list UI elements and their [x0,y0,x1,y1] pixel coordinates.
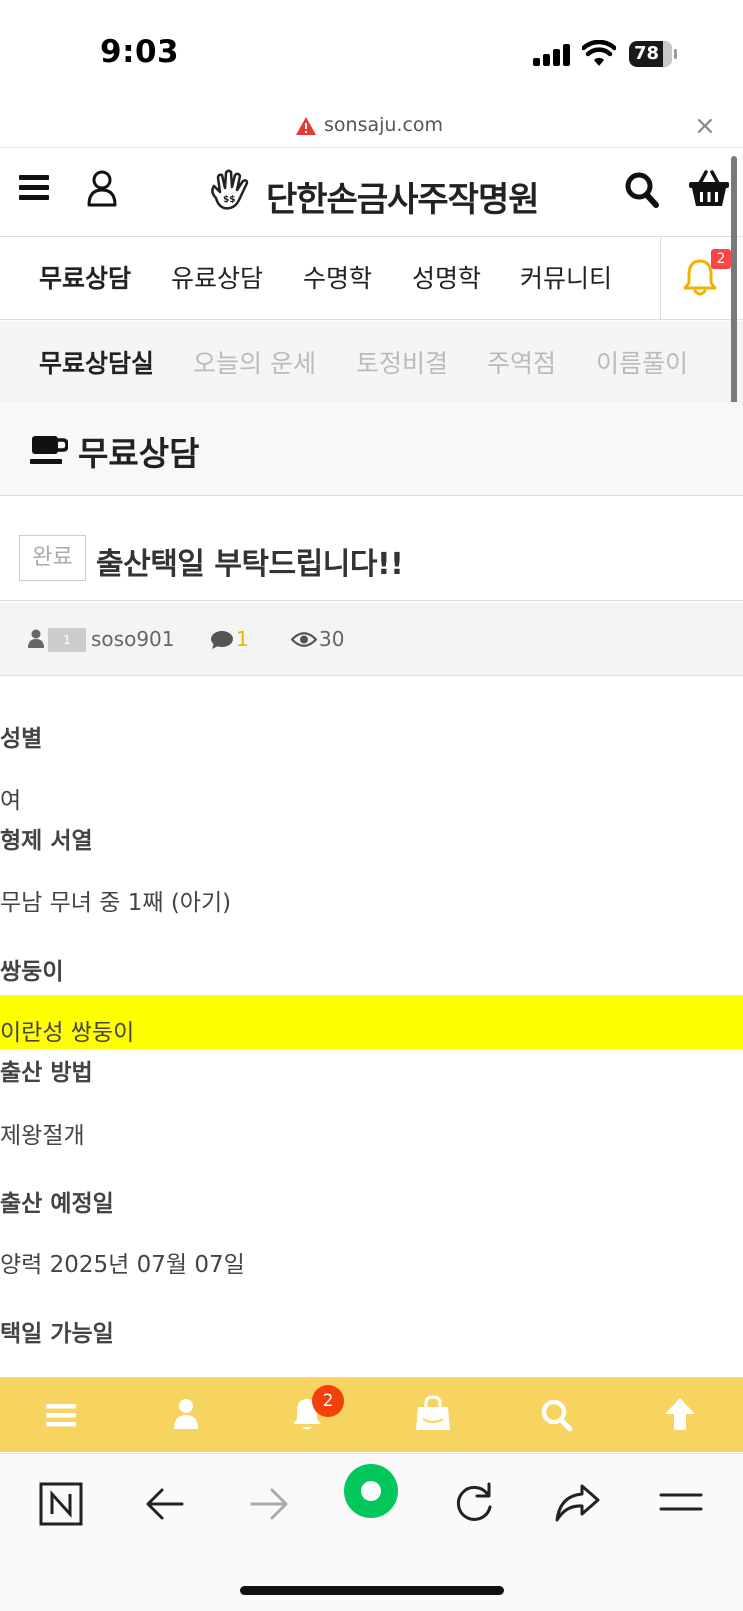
scrollbar[interactable] [731,156,737,430]
field-label-gender: 성별 [0,726,43,752]
nav-item-paid-consult[interactable]: 유료상담 [171,259,263,295]
nav-item-free-consult[interactable]: 무료상담 [39,259,131,295]
more-menu-icon[interactable] [658,1488,704,1516]
subnav-item-today-fortune[interactable]: 오늘의 운세 [193,344,316,380]
page-title-bar: 무료상담 [0,402,743,496]
field-label-available-dates: 택일 가능일 [0,1321,114,1347]
main-nav: 무료상담 유료상담 수명학 성명학 커뮤니티 2 [0,236,743,320]
signal-icon [533,44,571,66]
eye-icon [291,632,317,647]
status-time: 9:03 [100,34,180,70]
nav-item-community[interactable]: 커뮤니티 [520,259,612,295]
bottom-search-icon[interactable] [539,1377,575,1452]
field-value-due-date: 양력 2025년 07월 07일 [0,1252,245,1278]
comment-count: 1 [236,627,249,651]
field-label-delivery-method: 출산 방법 [0,1060,93,1086]
field-value-twins: 이란성 쌍둥이 [0,1020,135,1046]
page-title: 무료상담 [78,434,200,473]
post-meta: 1 soso901 1 30 [0,602,743,676]
comment-icon [211,631,233,649]
status-badge: 완료 [19,535,86,581]
author-name[interactable]: soso901 [91,627,175,651]
post-title-row: 완료 출산택일 부탁드립니다!! [0,497,743,601]
battery-icon: 78 [629,41,677,67]
wifi-icon [582,40,616,66]
author-icon [28,629,44,648]
url-bar[interactable]: sonsaju.com × [0,108,743,148]
nav-item-naming[interactable]: 성명학 [412,259,481,295]
battery-level: 78 [633,43,660,64]
subnav-item-iching[interactable]: 주역점 [487,344,556,380]
field-label-due-date: 출산 예정일 [0,1191,114,1217]
close-icon[interactable]: × [694,111,716,141]
naver-green-dot-icon[interactable] [343,1463,399,1519]
status-bar: 9:03 78 [0,0,743,108]
home-indicator[interactable] [240,1586,504,1595]
menu-icon[interactable] [19,175,49,201]
site-bottom-bar [0,1377,743,1452]
bottom-menu-icon[interactable] [44,1377,78,1452]
view-count: 30 [319,627,345,651]
field-value-delivery-method: 제왕절개 [0,1123,85,1149]
coffee-cup-icon [30,436,68,464]
site-logo[interactable]: $$ 단한손금사주작명원 [206,164,546,220]
scroll-top-arrow-icon[interactable] [663,1377,697,1452]
level-badge: 1 [48,628,86,652]
url-domain: sonsaju.com [324,114,444,136]
field-label-twins: 쌍둥이 [0,959,64,985]
subnav-item-free-room[interactable]: 무료상담실 [39,344,154,380]
forward-arrow-icon[interactable] [248,1484,290,1524]
basket-icon[interactable] [688,169,730,209]
site-header: $$ 단한손금사주작명원 [0,149,743,235]
subnav-item-tojeong[interactable]: 토정비결 [356,344,448,380]
subnav-item-name-reading[interactable]: 이름풀이 [596,344,688,380]
field-value-gender: 여 [0,788,22,814]
nav-item-palmistry[interactable]: 수명학 [303,259,372,295]
warning-icon [296,117,316,135]
back-arrow-icon[interactable] [144,1484,186,1524]
sub-nav: 무료상담실 오늘의 운세 토정비결 주역점 이름풀이 [0,321,743,401]
field-value-sibling-order: 무남 무녀 중 1째 (아기) [0,890,232,916]
post-title: 출산택일 부탁드립니다!! [96,547,404,582]
svg-text:$$: $$ [223,195,236,205]
search-icon[interactable] [624,171,660,209]
bottom-notification-badge: 2 [312,1385,344,1417]
bottom-shopping-bag-icon[interactable] [414,1377,452,1452]
user-icon[interactable] [86,169,118,207]
share-icon[interactable] [554,1482,600,1524]
notification-badge: 2 [711,249,731,269]
bottom-user-icon[interactable] [170,1377,202,1452]
naver-home-icon[interactable] [39,1482,83,1526]
hand-logo-icon: $$ [211,169,249,210]
nav-divider [660,237,661,320]
field-label-sibling-order: 형제 서열 [0,828,93,854]
refresh-icon[interactable] [452,1480,496,1526]
logo-text: 단한손금사주작명원 [266,180,540,220]
